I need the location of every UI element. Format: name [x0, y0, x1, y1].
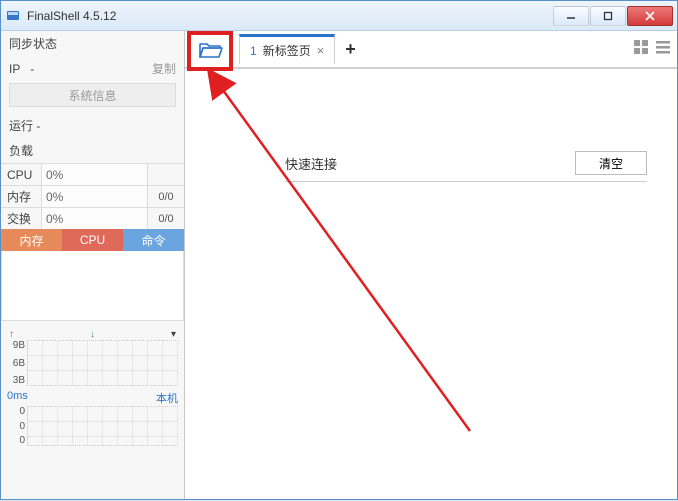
lat-y-1: 0 — [7, 421, 25, 432]
title-text: FinalShell 4.5.12 — [27, 9, 116, 23]
titlebar: FinalShell 4.5.12 — [1, 1, 677, 31]
tab-mem[interactable]: 内存 — [1, 229, 62, 251]
upload-arrow-icon: ↑ — [9, 329, 14, 340]
lat-y-0: 0 — [7, 406, 25, 417]
monitor-tabs: 内存 CPU 命令 — [1, 229, 184, 251]
swap-extra: 0/0 — [148, 208, 184, 229]
load-row: 负载 — [1, 138, 184, 163]
swap-label: 交换 — [1, 208, 41, 229]
cpu-value: 0% — [41, 164, 148, 185]
open-connection-manager-button[interactable] — [191, 32, 231, 66]
latency-spark: 0 0 0 — [1, 406, 184, 448]
close-button[interactable] — [627, 6, 673, 26]
app-icon — [5, 8, 21, 24]
network-grid — [27, 340, 178, 386]
runtime-value: - — [36, 119, 40, 133]
quick-connect-label: 快速连接 — [285, 154, 575, 173]
tab-label: 新标签页 — [263, 42, 311, 59]
net-y-2: 3B — [7, 375, 25, 386]
add-tab-button[interactable]: + — [345, 39, 356, 60]
tabbar: 1 新标签页 × + — [185, 31, 677, 69]
tab-new[interactable]: 1 新标签页 × — [239, 34, 335, 64]
net-y-1: 6B — [7, 358, 25, 369]
mem-extra: 0/0 — [148, 186, 184, 207]
lat-y-2: 0 — [7, 435, 25, 446]
cpu-metric-row: CPU 0% — [1, 163, 184, 185]
latency-row: 0ms 本机 — [1, 388, 184, 406]
system-info-button[interactable]: 系统信息 — [9, 83, 176, 107]
swap-metric-row: 交换 0% 0/0 — [1, 207, 184, 229]
spark-menu-icon[interactable]: ▾ — [171, 329, 176, 340]
latency-ms: 0ms — [7, 390, 28, 406]
copy-link[interactable]: 复制 — [152, 60, 176, 77]
download-arrow-icon: ↓ — [90, 329, 95, 340]
runtime-row: 运行 - — [1, 113, 184, 138]
network-spark: ↑ ↓ ▾ 9B 6B 3B — [1, 327, 184, 388]
minimize-button[interactable] — [553, 6, 589, 26]
list-view-icon[interactable] — [655, 39, 671, 60]
quick-connect-bar: 快速连接 清空 — [285, 151, 647, 175]
monitor-chart-area — [1, 251, 184, 321]
tab-number: 1 — [250, 44, 257, 58]
tab-cpu[interactable]: CPU — [62, 229, 123, 251]
mem-label: 内存 — [1, 186, 41, 207]
mem-metric-row: 内存 0% 0/0 — [1, 185, 184, 207]
divider — [285, 181, 647, 182]
content-area: 1 新标签页 × + 快速连接 清空 — [185, 31, 677, 499]
ip-value: - — [30, 62, 34, 76]
window-controls — [552, 6, 673, 26]
mem-value: 0% — [41, 186, 148, 207]
maximize-button[interactable] — [590, 6, 626, 26]
runtime-label: 运行 — [9, 117, 33, 134]
cpu-label: CPU — [1, 164, 41, 185]
folder-open-icon — [198, 38, 224, 60]
swap-value: 0% — [41, 208, 148, 229]
tab-cmd[interactable]: 命令 — [123, 229, 184, 251]
tab-close-icon[interactable]: × — [317, 43, 325, 58]
sync-status-row: 同步状态 — [1, 31, 184, 56]
net-y-0: 9B — [7, 340, 25, 351]
clear-button[interactable]: 清空 — [575, 151, 647, 175]
sidebar: 同步状态 IP - 复制 系统信息 运行 - 负载 CPU 0% 内存 0% — [1, 31, 185, 499]
grid-view-icon[interactable] — [633, 39, 649, 60]
latency-host[interactable]: 本机 — [156, 390, 178, 406]
latency-grid — [27, 406, 178, 446]
load-label: 负载 — [9, 142, 33, 159]
ip-label: IP — [9, 62, 20, 76]
sync-status-label: 同步状态 — [9, 37, 57, 51]
view-toggles — [633, 39, 671, 60]
ip-row: IP - 复制 — [1, 56, 184, 81]
